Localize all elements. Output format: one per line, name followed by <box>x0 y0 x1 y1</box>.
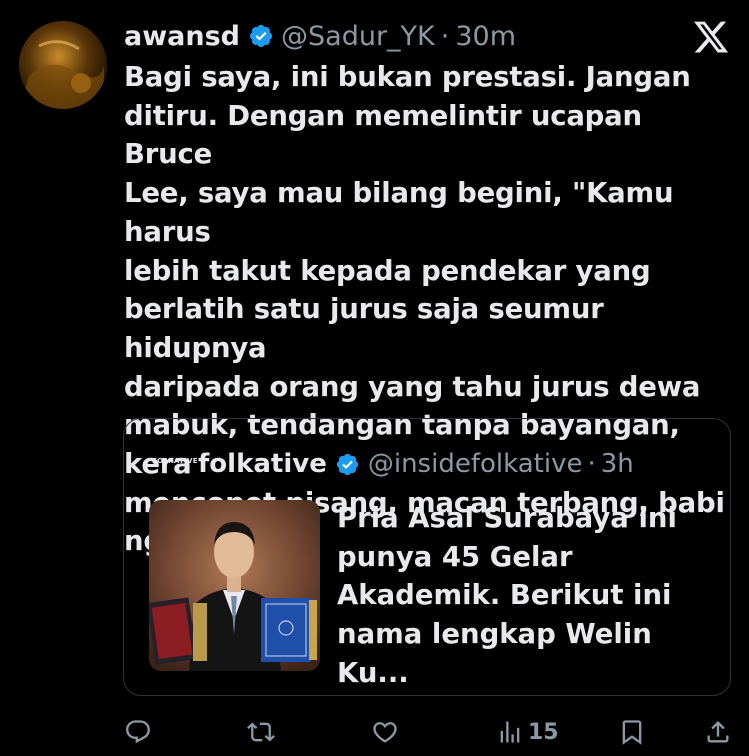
views-button[interactable]: 15 <box>496 718 559 746</box>
views-icon <box>500 721 520 743</box>
tweet-header: awansd @Sadur_YK · 30m <box>124 18 516 54</box>
verified-badge-icon <box>249 24 273 48</box>
author-name[interactable]: awansd <box>124 21 240 52</box>
reply-icon <box>126 720 150 744</box>
quote-text: Pria Asal Surabaya ini punya 45 Gelar Ak… <box>337 502 677 689</box>
quoted-tweet-card[interactable]: FOLKATIVE folkative @insidefolkative · 3… <box>123 418 731 696</box>
tweet-timestamp[interactable]: 30m <box>455 21 516 52</box>
views-count: 15 <box>528 719 559 745</box>
author-handle[interactable]: @Sadur_YK <box>281 21 435 52</box>
separator-dot: · <box>587 449 596 479</box>
avatar[interactable] <box>19 21 107 109</box>
share-icon <box>707 721 729 743</box>
quote-header: folkative @insidefolkative · 3h <box>198 447 634 481</box>
quote-thumbnail-image[interactable] <box>149 500 320 671</box>
retweet-icon <box>247 722 275 742</box>
share-button[interactable] <box>704 718 732 746</box>
verified-badge-icon <box>336 453 359 475</box>
avatar-image <box>19 21 107 109</box>
retweet-button[interactable] <box>247 718 275 746</box>
action-bar: 15 <box>0 712 749 752</box>
quote-timestamp[interactable]: 3h <box>601 449 634 479</box>
separator-dot: · <box>440 20 450 52</box>
quote-author-logo: FOLKATIVE <box>152 457 198 465</box>
x-logo-icon[interactable] <box>692 18 730 56</box>
bookmark-button[interactable] <box>618 718 646 746</box>
like-button[interactable] <box>371 718 399 746</box>
bookmark-icon <box>622 720 642 745</box>
quote-author-name[interactable]: folkative <box>198 449 327 479</box>
quote-author-handle[interactable]: @insidefolkative <box>368 449 583 479</box>
like-icon <box>373 722 397 743</box>
reply-button[interactable] <box>124 718 152 746</box>
